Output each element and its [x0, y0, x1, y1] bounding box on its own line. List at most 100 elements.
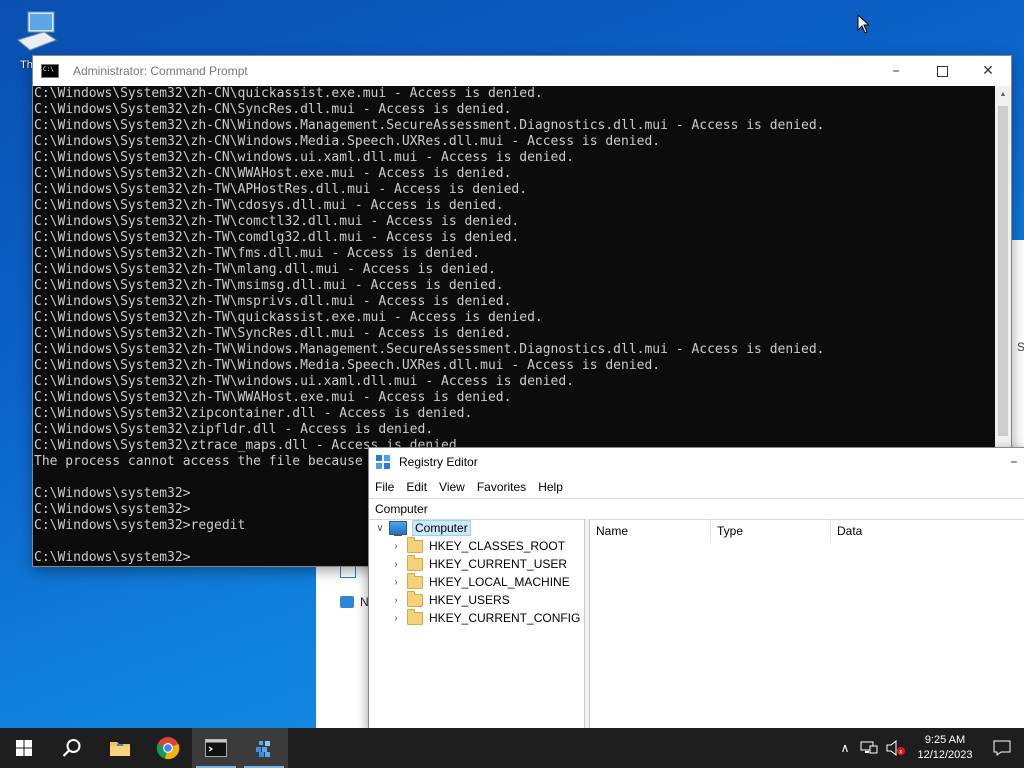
regedit-titlebar[interactable]: Registry Editor – — [369, 448, 1024, 476]
clock-date: 12/12/2023 — [917, 749, 973, 761]
minimize-button[interactable]: – — [873, 56, 919, 86]
chevron-right-icon[interactable]: › — [391, 595, 401, 606]
folder-icon — [110, 742, 130, 756]
console-line: C:\Windows\System32\zh-TW\APHostRes.dll.… — [34, 182, 528, 197]
search-button[interactable] — [48, 728, 96, 768]
maximize-button[interactable] — [919, 56, 965, 86]
menu-help[interactable]: Help — [532, 480, 569, 494]
regedit-window-title: Registry Editor — [399, 455, 478, 469]
chevron-right-icon[interactable]: › — [391, 577, 401, 588]
chevron-down-icon[interactable]: ∨ — [375, 523, 385, 534]
console-line: C:\Windows\System32\zh-TW\quickassist.ex… — [34, 310, 543, 325]
console-line: C:\Windows\System32\zh-TW\msimsg.dll.mui… — [34, 278, 504, 293]
tree-item-label: Computer — [412, 520, 471, 536]
minimize-icon: – — [1010, 454, 1018, 470]
folder-icon — [407, 536, 423, 553]
console-line: C:\Windows\System32\zh-TW\comdlg32.dll.m… — [34, 230, 520, 245]
list-header: Name Type Data — [590, 519, 1024, 543]
regedit-minimize-button[interactable]: – — [999, 447, 1024, 477]
console-line: C:\Windows\System32\zh-TW\Windows.Manage… — [34, 342, 825, 357]
windows-logo-icon — [16, 740, 32, 756]
computer-icon — [16, 11, 58, 51]
column-header-name[interactable]: Name — [590, 519, 711, 543]
tree-item-computer[interactable]: ∨ Computer — [375, 519, 471, 537]
folder-icon — [407, 590, 423, 607]
menu-edit[interactable]: Edit — [400, 480, 433, 494]
folder-icon — [407, 608, 423, 625]
nav-item-label: N — [360, 595, 369, 609]
clock-time: 9:25 AM — [924, 734, 966, 746]
cmd-titlebar[interactable]: Administrator: Command Prompt – ✕ — [33, 56, 1011, 86]
close-icon: ✕ — [982, 63, 994, 79]
column-header-data[interactable]: Data — [831, 519, 987, 543]
console-line: C:\Windows\System32\zh-TW\cdosys.dll.mui… — [34, 198, 504, 213]
minimize-icon: – — [892, 63, 900, 79]
scroll-thumb[interactable] — [998, 106, 1008, 436]
tree-item-hkey-users[interactable]: › HKEY_USERS — [391, 590, 510, 609]
tree-item-hkey-current-user[interactable]: › HKEY_CURRENT_USER — [391, 554, 568, 573]
tree-item-label: HKEY_CLASSES_ROOT — [429, 539, 566, 553]
values-list[interactable]: Name Type Data — [590, 519, 1024, 730]
monitor-icon — [340, 566, 356, 578]
maximize-icon — [936, 65, 948, 77]
console-line: C:\Windows\System32\zh-TW\comctl32.dll.m… — [34, 214, 520, 229]
console-line: C:\Windows\System32\zipcontainer.dll - A… — [34, 406, 473, 421]
console-line: C:\Windows\System32\zh-TW\mlang.dll.mui … — [34, 262, 496, 277]
cmd-app-icon — [41, 64, 59, 78]
scroll-up-icon[interactable]: ▲ — [995, 86, 1011, 102]
console-line: C:\Windows\System32\zh-CN\SyncRes.dll.mu… — [34, 102, 512, 117]
menu-favorites[interactable]: Favorites — [471, 480, 532, 494]
clock[interactable]: 9:25 AM 12/12/2023 — [910, 733, 980, 763]
cmd-window-title: Administrator: Command Prompt — [73, 64, 248, 78]
regedit-menubar: File Edit View Favorites Help — [369, 476, 1024, 498]
regedit-icon — [256, 741, 270, 757]
show-hidden-icons-icon[interactable]: ∧ — [834, 741, 856, 755]
tree-item-label: HKEY_USERS — [429, 593, 510, 607]
address-bar[interactable]: Computer — [369, 498, 1024, 520]
background-window-text: S — [1017, 340, 1024, 354]
console-line: C:\Windows\System32\zh-TW\msprivs.dll.mu… — [34, 294, 512, 309]
folder-icon — [407, 554, 423, 571]
console-line: C:\Windows\System32\zh-TW\fms.dll.mui - … — [34, 246, 481, 261]
console-line: C:\Windows\System32\zh-TW\windows.ui.xam… — [34, 374, 575, 389]
console-line: C:\Windows\System32\zh-CN\Windows.Manage… — [34, 118, 825, 133]
console-line: C:\Windows\System32\zh-TW\WWAHost.exe.mu… — [34, 390, 512, 405]
chrome-button[interactable] — [144, 728, 192, 768]
close-button[interactable]: ✕ — [965, 56, 1011, 86]
svg-text:x: x — [899, 749, 903, 756]
console-line: C:\Windows\System32\zh-CN\WWAHost.exe.mu… — [34, 166, 512, 181]
menu-view[interactable]: View — [433, 480, 471, 494]
background-window-edge: S — [1010, 240, 1024, 450]
console-line: C:\Windows\System32\zh-CN\Windows.Media.… — [34, 134, 661, 149]
taskbar: ∧ x 9:25 AM 12/12/2023 — [0, 728, 1024, 768]
network-icon[interactable] — [860, 741, 878, 755]
start-button[interactable] — [0, 728, 48, 768]
system-tray: ∧ x 9:25 AM 12/12/2023 — [834, 728, 1024, 768]
chevron-right-icon[interactable]: › — [391, 613, 401, 624]
tree-item-hkey-local-machine[interactable]: › HKEY_LOCAL_MACHINE — [391, 572, 570, 591]
console-line: C:\Windows\System32\zh-TW\Windows.Media.… — [34, 358, 661, 373]
computer-icon — [389, 521, 407, 536]
column-header-type[interactable]: Type — [711, 519, 831, 543]
cmd-taskbar-button[interactable] — [192, 728, 240, 768]
background-explorer-window: N — [316, 560, 376, 730]
network-icon — [340, 596, 354, 608]
menu-file[interactable]: File — [369, 480, 400, 494]
registry-tree: ∨ Computer › HKEY_CLASSES_ROOT › HKEY_CU… — [369, 519, 585, 730]
desktop-icon-label: Th — [20, 59, 33, 71]
chevron-right-icon[interactable]: › — [391, 559, 401, 570]
console-line: C:\Windows\System32\zipfldr.dll - Access… — [34, 422, 434, 437]
folder-icon — [407, 572, 423, 589]
action-center-button[interactable] — [980, 740, 1024, 756]
terminal-icon — [205, 739, 227, 757]
tree-item-hkey-classes-root[interactable]: › HKEY_CLASSES_ROOT — [391, 536, 566, 555]
registry-editor-window[interactable]: Registry Editor – File Edit View Favorit… — [369, 448, 1024, 730]
mouse-cursor-icon — [857, 14, 869, 34]
tree-item-hkey-current-config[interactable]: › HKEY_CURRENT_CONFIG — [391, 608, 580, 627]
volume-muted-icon[interactable]: x — [886, 740, 906, 756]
regedit-taskbar-button[interactable] — [240, 728, 288, 768]
chevron-right-icon[interactable]: › — [391, 541, 401, 552]
search-icon — [62, 739, 81, 757]
file-explorer-button[interactable] — [96, 728, 144, 768]
tree-item-label: HKEY_CURRENT_USER — [429, 557, 568, 571]
